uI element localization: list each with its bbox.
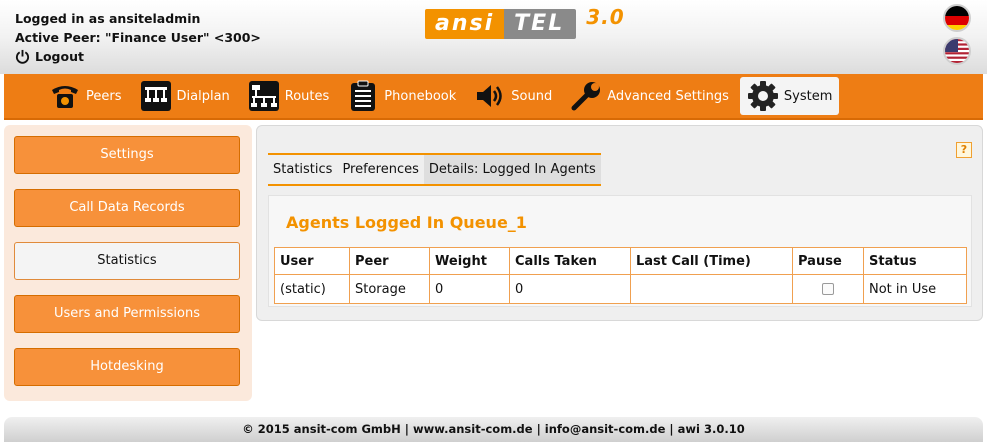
nav-phonebook[interactable]: Phonebook <box>340 77 463 115</box>
nav-sound-label: Sound <box>511 88 553 104</box>
speaker-icon <box>477 85 503 107</box>
main-panel: ? Statistics Preferences Details: Logged… <box>256 125 983 321</box>
cell-user: (static) <box>274 274 350 304</box>
logout-label: Logout <box>35 49 84 64</box>
cell-status: Not in Use <box>863 274 967 304</box>
nav-routes-label: Routes <box>284 88 330 104</box>
german-flag-icon[interactable] <box>943 4 971 32</box>
cell-weight: 0 <box>429 274 510 304</box>
column-header-calls-taken: Calls Taken <box>509 247 631 275</box>
tab-bar: Statistics Preferences Details: Logged I… <box>268 153 601 186</box>
sidebar-item-hotdesking[interactable]: Hotdesking <box>14 348 240 386</box>
cell-pause <box>792 274 864 304</box>
column-header-last-call: Last Call (Time) <box>630 247 793 275</box>
tab-details-logged-in-agents[interactable]: Details: Logged In Agents <box>423 155 601 184</box>
cell-last-call <box>630 274 793 304</box>
cell-calls-taken: 0 <box>509 274 631 304</box>
column-header-weight: Weight <box>429 247 510 275</box>
nav-advanced-settings-label: Advanced Settings <box>607 88 729 104</box>
nav-dialplan-label: Dialplan <box>176 88 230 104</box>
gear-icon <box>747 81 778 111</box>
column-header-pause: Pause <box>792 247 864 275</box>
sidebar-item-call-data-records[interactable]: Call Data Records <box>14 189 240 227</box>
ansitel-logo: ansi TEL 3.0 <box>425 5 625 39</box>
nav-system-label: System <box>783 88 833 104</box>
nav-peers[interactable]: Peers <box>42 77 129 115</box>
phone-icon <box>52 86 78 108</box>
header: Logged in as ansiteladmin Active Peer: "… <box>0 0 987 74</box>
column-header-user: User <box>274 247 350 275</box>
nav-routes[interactable]: Routes <box>241 77 337 115</box>
active-peer-text: Active Peer: "Finance User" <300> <box>15 30 261 45</box>
nav-advanced-settings[interactable]: Advanced Settings <box>563 77 736 115</box>
agents-table: User Peer Weight Calls Taken Last Call (… <box>274 247 967 304</box>
power-icon <box>15 49 30 64</box>
sidebar-item-users-and-permissions[interactable]: Users and Permissions <box>14 295 240 333</box>
agents-content: Agents Logged In Queue_1 User Peer Weigh… <box>268 195 972 307</box>
column-header-status: Status <box>863 247 967 275</box>
table-row: (static) Storage 0 0 Not in Use <box>274 274 967 304</box>
nav-phonebook-label: Phonebook <box>384 88 457 104</box>
us-flag-icon[interactable] <box>943 37 971 65</box>
main-nav: Peers Dialplan Routes Phonebook Sound Ad… <box>4 74 983 120</box>
cell-peer: Storage <box>349 274 430 304</box>
wrench-icon <box>571 82 601 111</box>
tab-statistics[interactable]: Statistics <box>268 155 337 184</box>
help-icon[interactable]: ? <box>956 142 972 158</box>
nav-system[interactable]: System <box>739 77 840 115</box>
routes-icon <box>248 81 279 111</box>
table-header-row: User Peer Weight Calls Taken Last Call (… <box>274 247 967 275</box>
phonebook-icon <box>351 80 376 111</box>
logo-version: 3.0 <box>586 5 625 29</box>
tab-preferences[interactable]: Preferences <box>337 155 423 184</box>
nav-dialplan[interactable]: Dialplan <box>133 77 237 115</box>
nav-sound[interactable]: Sound <box>467 77 559 115</box>
sidebar-item-statistics[interactable]: Statistics <box>14 242 240 280</box>
dialplan-icon <box>140 81 171 111</box>
logo-tel: TEL <box>504 9 577 39</box>
column-header-peer: Peer <box>349 247 430 275</box>
sidebar: Settings Call Data Records Statistics Us… <box>4 125 252 401</box>
queue-title: Agents Logged In Queue_1 <box>286 213 527 232</box>
nav-peers-label: Peers <box>86 88 122 104</box>
footer: © 2015 ansit-com GmbH | www.ansit-com.de… <box>4 417 983 442</box>
login-info: Logged in as ansiteladmin Active Peer: "… <box>15 9 261 66</box>
pause-checkbox[interactable] <box>822 283 834 295</box>
logo-ansi: ansi <box>425 9 505 39</box>
sidebar-item-settings[interactable]: Settings <box>14 136 240 174</box>
logged-in-text: Logged in as ansiteladmin <box>15 11 201 26</box>
logout-link[interactable]: Logout <box>15 47 261 66</box>
